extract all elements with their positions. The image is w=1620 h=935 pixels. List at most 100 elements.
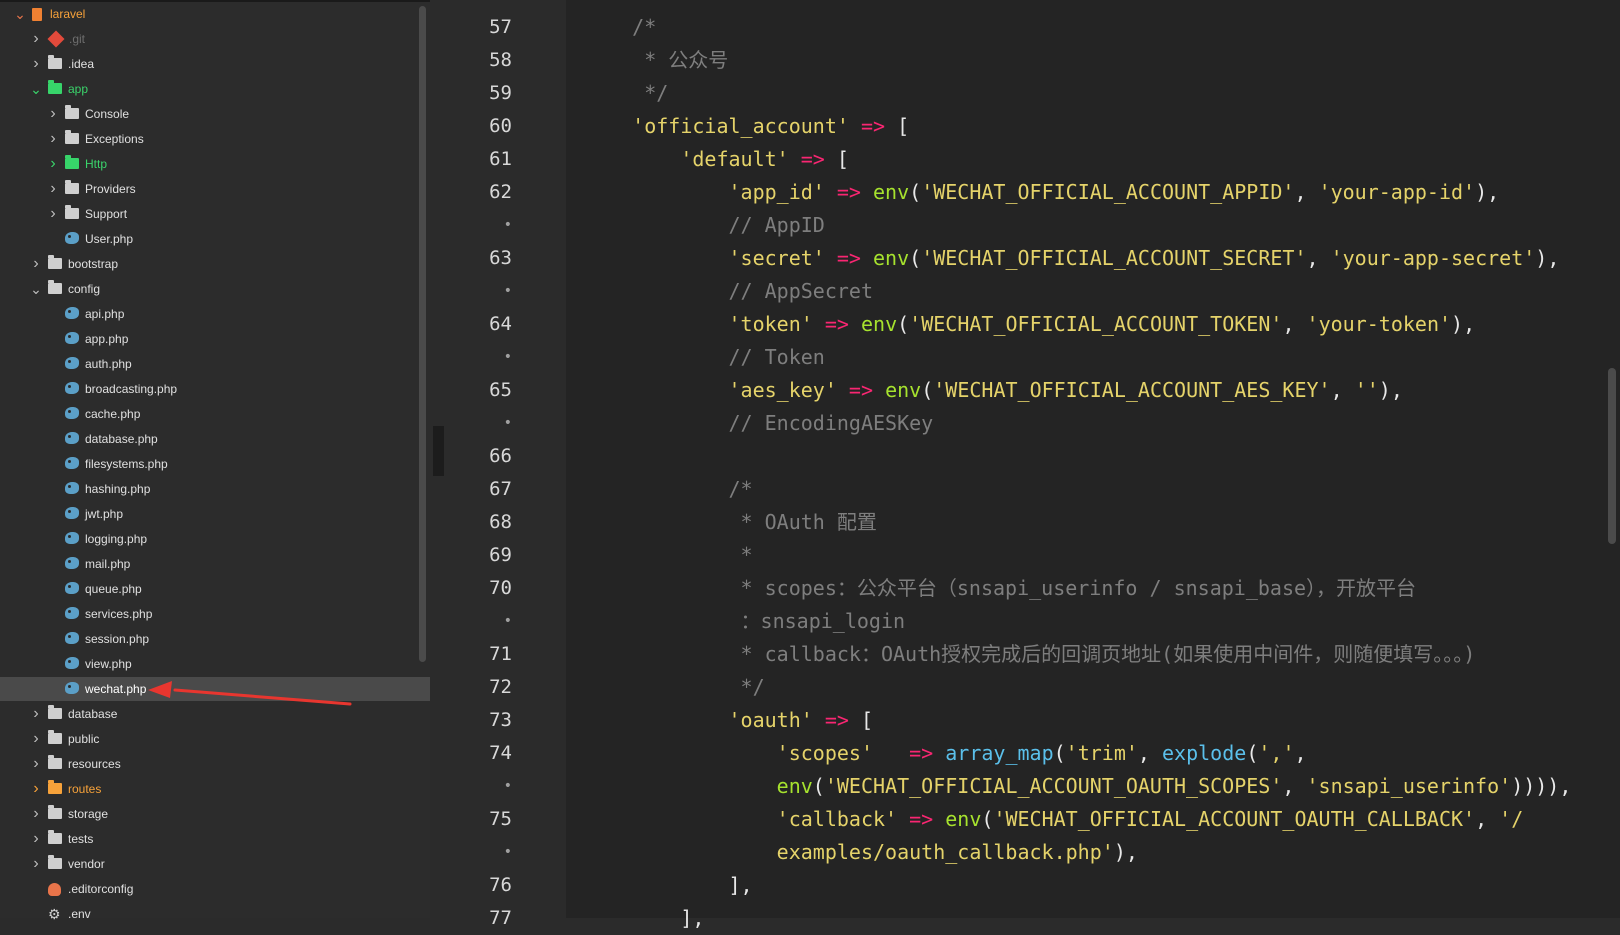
code-line: /* [584, 11, 656, 44]
tree-item[interactable]: filesystems.php [0, 452, 430, 476]
tree-item[interactable]: › Http [0, 152, 430, 176]
tree-item-label: app [68, 82, 89, 96]
code-token: // EncodingAESKey [584, 411, 934, 435]
code-token: => [909, 807, 934, 831]
php-file-icon [65, 507, 79, 521]
tree-item[interactable]: User.php [0, 227, 430, 251]
tree-item[interactable]: hashing.php [0, 477, 430, 501]
tree-item[interactable]: ⚙ .env [0, 902, 430, 926]
code-editor[interactable]: /* * 公众号 */ 'official_account' => [ 'def… [566, 0, 1620, 930]
tree-item[interactable]: mail.php [0, 552, 430, 576]
code-line: 'aes_key' => env('WECHAT_OFFICIAL_ACCOUN… [584, 374, 1403, 407]
php-elephant-shape [65, 332, 79, 344]
code-token: ',' [1258, 741, 1295, 765]
tree-item[interactable]: › Console [0, 102, 430, 126]
chevron-right-icon[interactable]: › [30, 802, 42, 826]
tree-item[interactable]: queue.php [0, 577, 430, 601]
code-token: 'your-token' [1306, 312, 1452, 336]
tree-item[interactable]: › tests [0, 827, 430, 851]
editor-scrollbar[interactable] [1608, 368, 1616, 544]
folder-icon [48, 255, 62, 271]
code-token: ( [909, 180, 922, 204]
line-number: 57 [489, 16, 512, 38]
tree-item[interactable]: database.php [0, 427, 430, 451]
folder-icon [65, 155, 79, 171]
folder-icon [48, 805, 62, 821]
code-token: env [873, 246, 910, 270]
php-elephant-shape [65, 682, 79, 694]
folder-icon [48, 80, 62, 96]
line-number: 65 [489, 379, 512, 401]
tree-item[interactable]: ⌄ app [0, 77, 430, 101]
code-token: 'token' [728, 312, 813, 336]
tree-item[interactable]: session.php [0, 627, 430, 651]
chevron-right-icon[interactable]: › [30, 777, 42, 801]
tree-item[interactable]: › bootstrap [0, 252, 430, 276]
code-token: 'oauth' [728, 708, 813, 732]
chevron-right-icon[interactable]: › [30, 727, 42, 751]
code-token: */ [584, 675, 765, 699]
tree-item[interactable]: › routes [0, 777, 430, 801]
chevron-right-icon[interactable]: › [30, 702, 42, 726]
chevron-down-icon[interactable]: ⌄ [30, 77, 42, 101]
wrap-indicator: • [503, 349, 512, 365]
tree-item[interactable]: › vendor [0, 852, 430, 876]
chevron-right-icon[interactable]: › [30, 27, 42, 51]
tree-item[interactable]: .editorconfig [0, 877, 430, 901]
tree-item[interactable]: › storage [0, 802, 430, 826]
tree-item[interactable]: cache.php [0, 402, 430, 426]
tree-item[interactable]: broadcasting.php [0, 377, 430, 401]
wrap-indicator: • [503, 217, 512, 233]
wrap-indicator: • [503, 778, 512, 794]
tree-item[interactable]: › Exceptions [0, 127, 430, 151]
tree-item[interactable]: jwt.php [0, 502, 430, 526]
tree-item[interactable]: wechat.php [0, 677, 430, 701]
chevron-right-icon[interactable]: › [30, 752, 42, 776]
tree-item[interactable]: view.php [0, 652, 430, 676]
code-token: 'your-app-id' [1318, 180, 1476, 204]
folder-icon [48, 780, 62, 796]
code-line: 'oauth' => [ [584, 704, 874, 737]
tree-item[interactable]: ⌄ config [0, 277, 430, 301]
chevron-right-icon[interactable]: › [30, 52, 42, 76]
tree-item[interactable]: auth.php [0, 352, 430, 376]
chevron-right-icon[interactable]: › [47, 127, 59, 151]
tree-item[interactable]: › Support [0, 202, 430, 226]
chevron-down-icon[interactable]: ⌄ [30, 277, 42, 301]
tree-item[interactable]: › resources [0, 752, 430, 776]
chevron-right-icon[interactable]: › [47, 177, 59, 201]
tree-item[interactable]: › .idea [0, 52, 430, 76]
tree-item[interactable]: › public [0, 727, 430, 751]
code-token: * scopes：公众平台（snsapi_userinfo / snsapi_b… [584, 576, 1417, 600]
chevron-right-icon[interactable]: › [30, 252, 42, 276]
code-line: */ [584, 77, 668, 110]
folder-shape [48, 805, 62, 819]
tree-item[interactable]: api.php [0, 302, 430, 326]
folder-icon [48, 280, 62, 296]
chevron-right-icon[interactable]: › [47, 152, 59, 176]
sidebar-scrollbar[interactable] [419, 6, 426, 662]
tree-item[interactable]: › .git [0, 27, 430, 51]
tree-item[interactable]: › Providers [0, 177, 430, 201]
tree-item[interactable]: ⌄ laravel [0, 2, 430, 26]
chevron-right-icon[interactable]: › [47, 202, 59, 226]
chevron-right-icon[interactable]: › [30, 827, 42, 851]
tree-item[interactable]: logging.php [0, 527, 430, 551]
tree-item[interactable]: › database [0, 702, 430, 726]
code-token: 'default' [680, 147, 789, 171]
chevron-right-icon[interactable]: › [47, 102, 59, 126]
tree-item[interactable]: app.php [0, 327, 430, 351]
code-line: // EncodingAESKey [584, 407, 933, 440]
file-tree-sidebar: ⌄ laravel › .git › .idea ⌄ app › Console › Exceptio… [0, 0, 430, 921]
line-number: 64 [489, 313, 512, 335]
tree-item[interactable]: services.php [0, 602, 430, 626]
chevron-down-icon[interactable]: ⌄ [14, 2, 26, 26]
chevron-right-icon[interactable]: › [30, 852, 42, 876]
